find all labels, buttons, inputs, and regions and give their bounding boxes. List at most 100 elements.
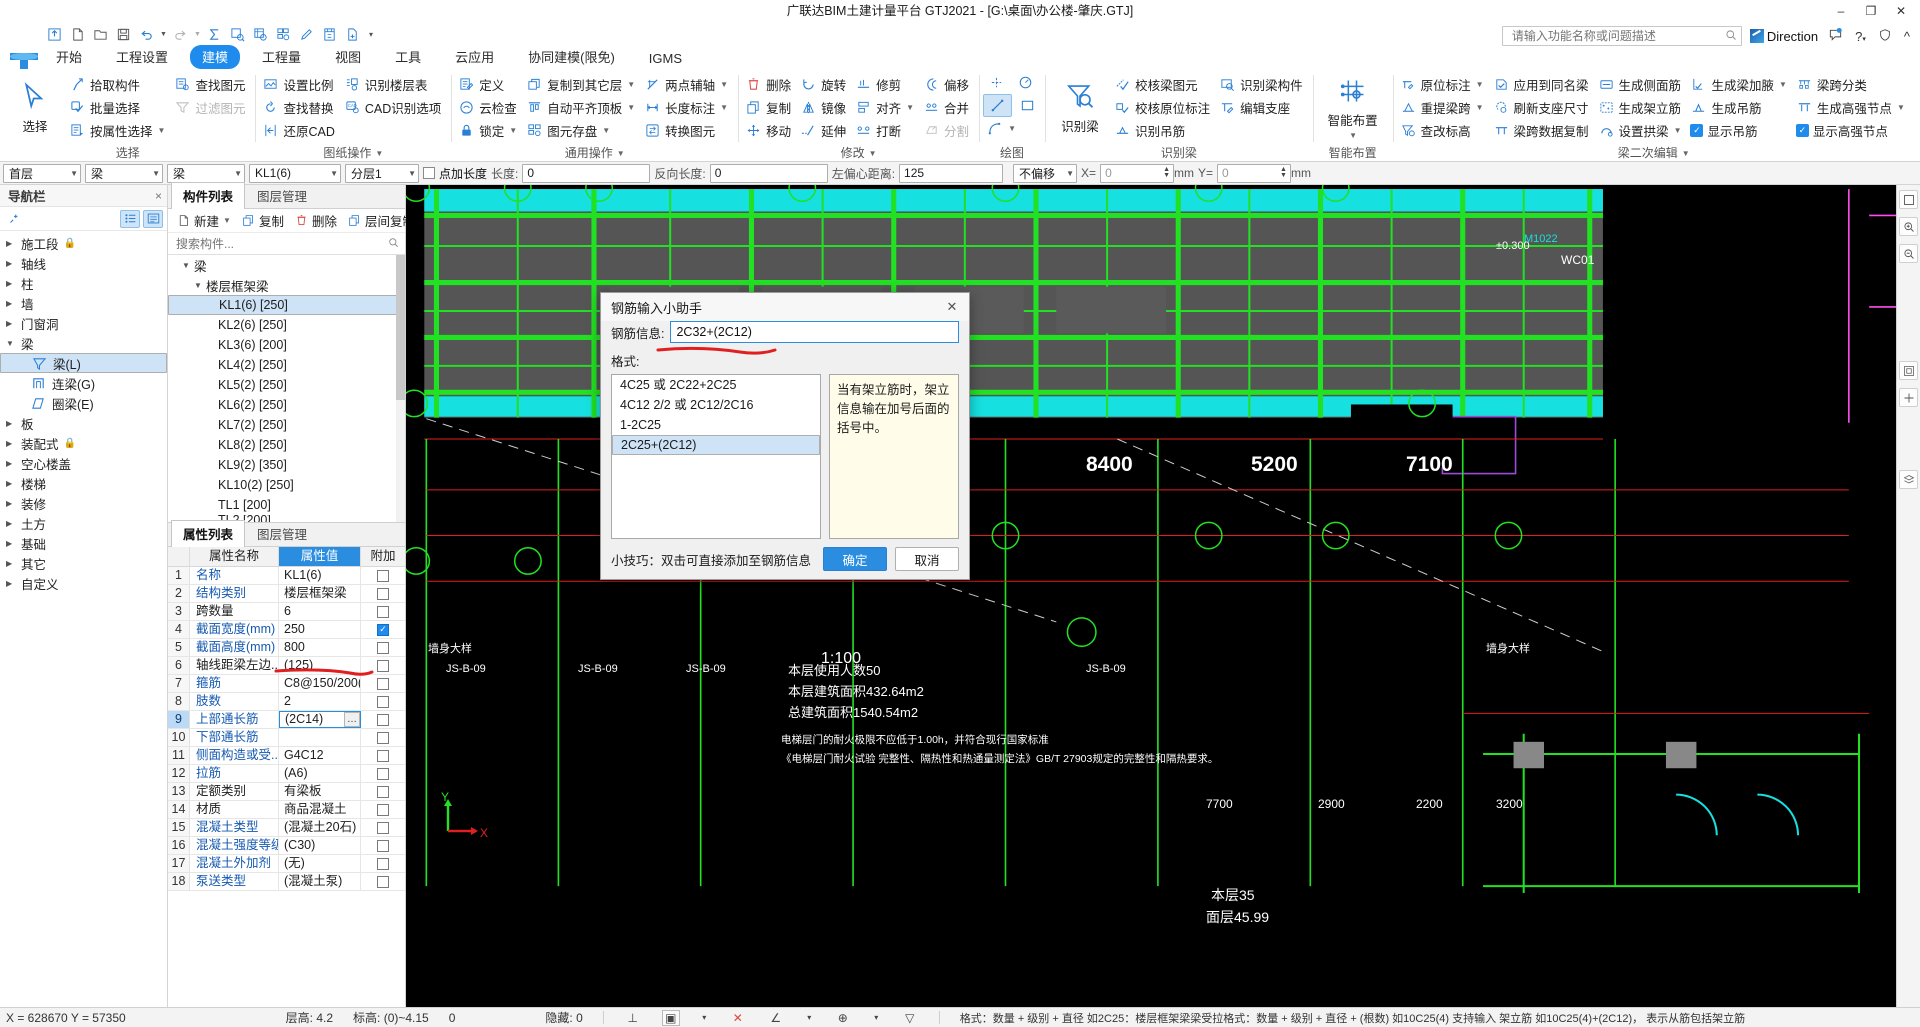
- help-button[interactable]: ?▾: [1853, 29, 1868, 44]
- generate-side-bar-button[interactable]: 生成侧面筋: [1595, 73, 1688, 96]
- save-icon[interactable]: [113, 24, 134, 44]
- tab-property-list[interactable]: 属性列表: [171, 520, 246, 547]
- more-icon[interactable]: ▾: [365, 24, 377, 44]
- zoom-mode-icon[interactable]: ⊕: [834, 1010, 852, 1026]
- delete-button[interactable]: 删除: [742, 73, 797, 96]
- property-row-value[interactable]: 有梁板: [279, 783, 361, 800]
- property-extra-checkbox[interactable]: [377, 857, 389, 870]
- chevron-right-icon[interactable]: ▶: [6, 279, 17, 288]
- ribbon-group-general-ops-title[interactable]: 通用操作 ▼: [455, 145, 734, 161]
- chevron-down-icon[interactable]: ▼: [62, 169, 78, 178]
- chevron-right-icon[interactable]: ▶: [6, 559, 17, 568]
- show-high-strength-node-checkbox[interactable]: ✓ 显示高强节点: [1793, 119, 1911, 142]
- nav-item-beam-l[interactable]: 梁(L): [0, 353, 167, 373]
- rect-draw-button[interactable]: [1014, 94, 1041, 117]
- property-row-value[interactable]: (125): [279, 657, 361, 674]
- pen-icon[interactable]: [296, 24, 317, 44]
- sum-icon[interactable]: [204, 24, 225, 44]
- delete-component-button[interactable]: 删除: [290, 210, 341, 231]
- define-button[interactable]: 定义: [455, 73, 523, 96]
- chevron-down-icon[interactable]: ▼: [322, 169, 338, 178]
- generate-hanger-button[interactable]: 生成吊筋: [1687, 96, 1792, 119]
- new-file-icon[interactable]: [67, 24, 88, 44]
- chevron-right-icon[interactable]: ▶: [6, 539, 17, 548]
- property-row-value[interactable]: (A6): [279, 765, 361, 782]
- line-draw-button[interactable]: [983, 94, 1013, 117]
- left-eccentric-input[interactable]: [899, 163, 1004, 183]
- chevron-right-icon[interactable]: ▶: [6, 299, 17, 308]
- chevron-down-icon[interactable]: ▼: [869, 145, 877, 161]
- nav-item-ring-beam-e[interactable]: 圈梁(E): [0, 393, 167, 413]
- check-inplace-note-button[interactable]: 校核原位标注: [1111, 96, 1216, 119]
- property-row-value[interactable]: 2: [279, 693, 361, 710]
- inplace-annotation-button[interactable]: 原位标注 ▼: [1397, 73, 1490, 96]
- tree-item-kl10[interactable]: KL10(2) [250]: [168, 475, 405, 495]
- offset-button[interactable]: 偏移: [920, 73, 975, 96]
- chevron-right-icon[interactable]: ▶: [6, 319, 17, 328]
- property-row[interactable]: 8 肢数 2: [168, 693, 405, 711]
- caret2-icon[interactable]: ▾: [805, 1010, 814, 1026]
- nav-item-beam[interactable]: ▼ 梁: [0, 333, 167, 353]
- chevron-down-icon[interactable]: ▼: [1476, 103, 1484, 112]
- generate-high-strength-node-button[interactable]: 生成高强节点 ▼: [1793, 96, 1911, 119]
- property-row[interactable]: 1 名称 KL1(6): [168, 567, 405, 585]
- property-row-value[interactable]: C8@150/200(2): [279, 675, 361, 692]
- layers-icon[interactable]: [1899, 470, 1918, 489]
- tree-item-kl3[interactable]: KL3(6) [200]: [168, 335, 405, 355]
- nav-item-decoration[interactable]: ▶ 装修: [0, 493, 167, 513]
- align-button[interactable]: 对齐 ▼: [852, 96, 920, 119]
- property-extra-checkbox[interactable]: [377, 695, 389, 708]
- property-row-value[interactable]: [279, 729, 361, 746]
- smart-layout-big-button[interactable]: 智能布置 ▼: [1317, 73, 1389, 143]
- chevron-right-icon[interactable]: ▶: [6, 499, 17, 508]
- chevron-right-icon[interactable]: ▶: [6, 519, 17, 528]
- undo-icon[interactable]: [136, 24, 157, 44]
- caret3-icon[interactable]: ▾: [872, 1010, 881, 1026]
- property-row[interactable]: 11 侧面构造或受... G4C12: [168, 747, 405, 765]
- rotate-button[interactable]: 旋转: [797, 73, 852, 96]
- property-extra-checkbox[interactable]: [377, 749, 389, 762]
- rebar-info-input[interactable]: [670, 321, 959, 343]
- property-row-value-editing[interactable]: (2C14)…: [279, 711, 361, 728]
- property-row[interactable]: 18 泵送类型 (混凝土泵): [168, 873, 405, 891]
- format-option-1[interactable]: 4C12 2/2 或 2C12/2C16: [612, 395, 820, 415]
- chevron-down-icon[interactable]: ▼: [223, 216, 231, 225]
- nav-item-coupling-beam-g[interactable]: 连梁(G): [0, 373, 167, 393]
- recognize-beam-big-button[interactable]: 识别梁: [1049, 73, 1111, 143]
- chevron-down-icon[interactable]: ▼: [158, 126, 166, 135]
- close-button[interactable]: ✕: [1886, 1, 1916, 21]
- property-row-value[interactable]: (混凝土泵): [279, 873, 361, 890]
- property-extra-checkbox[interactable]: [377, 767, 389, 780]
- tab-view[interactable]: 视图: [323, 45, 373, 69]
- function-search-box[interactable]: [1501, 26, 1742, 46]
- minimize-button[interactable]: –: [1826, 1, 1856, 21]
- search-icon[interactable]: [388, 237, 399, 251]
- cloud-check-button[interactable]: 云检查: [455, 96, 523, 119]
- polar-tracking-icon[interactable]: ∠: [767, 1010, 785, 1026]
- move-button[interactable]: 移动: [742, 119, 797, 142]
- ok-button[interactable]: 确定: [823, 547, 887, 571]
- check-elevation-button[interactable]: 查改标高: [1397, 119, 1490, 142]
- property-row-value[interactable]: 250: [279, 621, 361, 638]
- copy-button[interactable]: 复制: [742, 96, 797, 119]
- arc-draw-button[interactable]: ▼: [983, 117, 1019, 140]
- list-view-icon[interactable]: [120, 209, 140, 228]
- nav-item-hollow-floor[interactable]: ▶ 空心楼盖: [0, 453, 167, 473]
- batch-select-button[interactable]: 批量选择: [66, 96, 171, 119]
- tab-modeling[interactable]: 建模: [190, 45, 241, 69]
- set-arch-beam-button[interactable]: 设置拱梁 ▼: [1595, 119, 1688, 142]
- chevron-right-icon[interactable]: ▶: [6, 479, 17, 488]
- close-icon[interactable]: ×: [155, 189, 162, 203]
- chevron-down-icon[interactable]: ▼: [226, 169, 242, 178]
- property-extra-checkbox[interactable]: [377, 875, 389, 888]
- check-quantity-icon[interactable]: [227, 24, 248, 44]
- nav-item-axis[interactable]: ▶ 轴线: [0, 253, 167, 273]
- direction-badge[interactable]: Direction: [1749, 29, 1818, 44]
- chevron-down-icon[interactable]: ▼: [627, 80, 635, 89]
- property-extra-checkbox[interactable]: [377, 587, 389, 600]
- length-dimension-button[interactable]: 长度标注 ▼: [641, 96, 734, 119]
- tab-collab-modeling[interactable]: 协同建模(限免): [516, 45, 627, 69]
- chevron-down-icon[interactable]: ▼: [720, 80, 728, 89]
- property-extra-checkbox[interactable]: [377, 839, 389, 852]
- format-option-2[interactable]: 1-2C25: [612, 415, 820, 435]
